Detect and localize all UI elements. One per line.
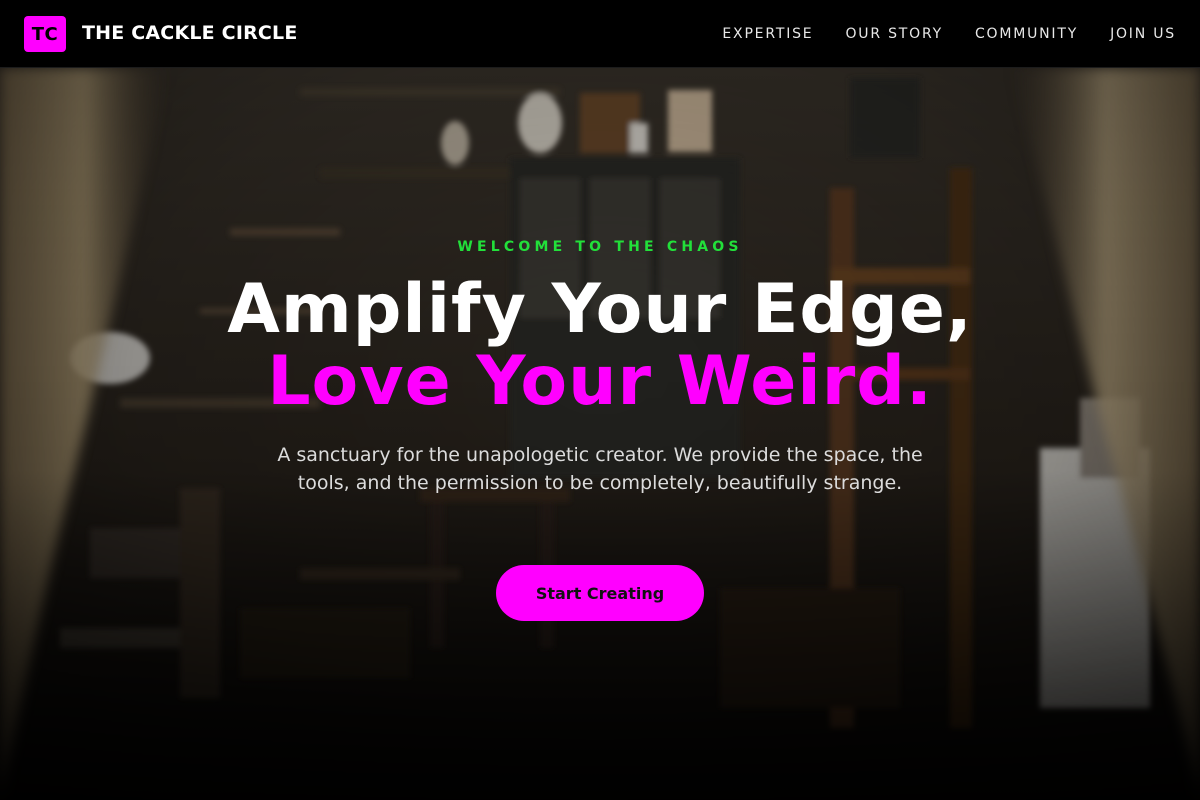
- hero-section: WELCOME TO THE CHAOS Amplify Your Edge, …: [0, 68, 1200, 800]
- hero-headline-line1: Amplify Your Edge,: [227, 270, 973, 349]
- brand-name[interactable]: THE CACKLE CIRCLE: [82, 22, 298, 44]
- start-creating-button[interactable]: Start Creating: [496, 565, 704, 621]
- nav-link-community[interactable]: COMMUNITY: [975, 26, 1078, 42]
- hero-eyebrow: WELCOME TO THE CHAOS: [457, 239, 743, 255]
- nav-link-expertise[interactable]: EXPERTISE: [722, 26, 813, 42]
- nav-link-our-story[interactable]: OUR STORY: [845, 26, 943, 42]
- logo-badge[interactable]: TC: [24, 16, 66, 52]
- hero-subtitle: A sanctuary for the unapologetic creator…: [277, 444, 923, 494]
- nav-link-join-us[interactable]: JOIN US: [1110, 26, 1176, 42]
- hero-overlay: [0, 68, 1200, 800]
- nav-links: EXPERTISE OUR STORY COMMUNITY JOIN US: [690, 0, 1176, 68]
- top-navigation: TC THE CACKLE CIRCLE EXPERTISE OUR STORY…: [0, 0, 1200, 68]
- hero-headline-line2: Love Your Weird.: [267, 342, 933, 421]
